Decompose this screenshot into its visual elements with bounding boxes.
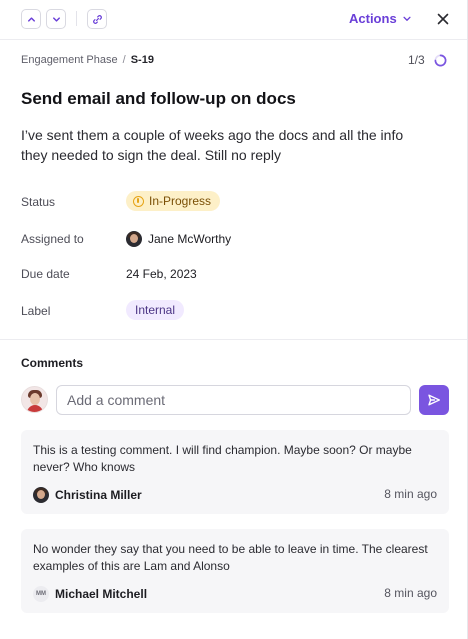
status-label: Status [21,195,56,209]
status-badge[interactable]: In-Progress [126,191,221,211]
send-icon [428,394,440,406]
task-pager: 1/3 [408,53,447,67]
label-value: Internal [135,303,176,317]
chevron-down-icon [403,16,411,21]
breadcrumb: Engagement Phase / S-19 [21,54,154,66]
link-icon [92,14,102,24]
close-button[interactable] [434,10,452,28]
chevron-up-icon [27,16,35,22]
next-task-button[interactable] [46,9,66,29]
avatar [126,231,142,247]
actions-menu-button[interactable]: Actions [349,11,412,26]
previous-task-button[interactable] [21,9,41,29]
comment-author[interactable]: Christina Miller [33,487,142,503]
comment-timestamp: 8 min ago [384,487,437,501]
comment-author-name: Christina Miller [55,488,142,502]
breadcrumb-phase[interactable]: Engagement Phase [21,54,118,66]
toolbar: Actions [0,0,468,40]
progress-ring-icon [434,54,447,66]
due-date-text: 24 Feb, 2023 [126,267,197,281]
comment-text: This is a testing comment. I will find c… [33,443,412,474]
copy-link-button[interactable] [87,9,107,29]
breadcrumb-task-id: S-19 [130,54,154,66]
chevron-down-icon [52,16,60,22]
comment-author[interactable]: MM Michael Mitchell [33,586,147,602]
comment-author-name: Michael Mitchell [55,587,148,601]
assigned-label: Assigned to [21,232,84,246]
label-badge[interactable]: Internal [126,300,185,320]
breadcrumb-separator: / [122,54,126,66]
close-icon [437,13,449,25]
comment-item: This is a testing comment. I will find c… [21,430,449,514]
label-label: Label [21,304,51,318]
initials-avatar: MM [33,586,49,602]
comment-text: No wonder they say that you need to be a… [33,542,428,573]
assignee-name: Jane McWorthy [148,232,232,246]
comments-heading: Comments [21,356,84,370]
comment-timestamp: 8 min ago [384,586,437,600]
actions-label: Actions [349,11,397,26]
comment-input[interactable] [56,385,411,415]
toolbar-divider [76,11,77,26]
send-comment-button[interactable] [419,385,449,415]
section-divider [0,339,468,340]
avatar [33,487,49,503]
task-description: I’ve sent them a couple of weeks ago the… [21,127,404,163]
current-user-avatar [21,386,48,413]
task-title: Send email and follow-up on docs [21,89,296,108]
task-detail-panel: Actions Engagement Phase / S-19 1/3 Send… [0,0,468,639]
pager-position: 1/3 [408,53,425,67]
due-date-label: Due date [21,267,70,281]
comment-item: No wonder they say that you need to be a… [21,529,449,613]
due-date-value[interactable]: 24 Feb, 2023 [126,267,197,281]
assignee[interactable]: Jane McWorthy [126,231,231,247]
status-value: In-Progress [149,194,212,208]
status-clock-icon [133,195,144,207]
